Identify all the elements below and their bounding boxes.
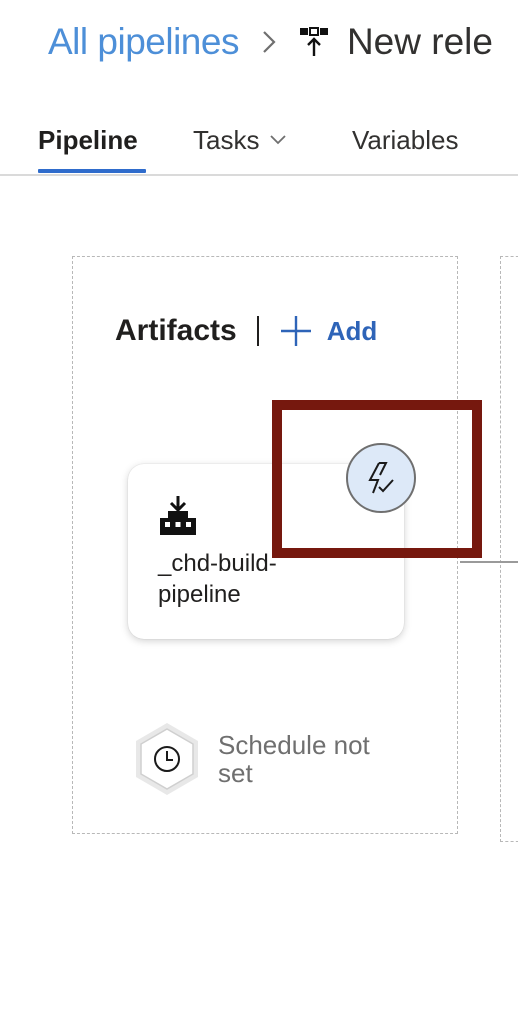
- breadcrumb: All pipelines New rele: [48, 14, 493, 70]
- all-pipelines-link[interactable]: All pipelines: [48, 21, 239, 63]
- tab-bar: Pipeline Tasks Variables: [0, 106, 518, 176]
- add-label: Add: [326, 315, 378, 346]
- schedule-status-text: Schedule not set: [218, 730, 370, 788]
- tab-tasks-label: Tasks: [193, 124, 260, 155]
- tab-variables[interactable]: Variables: [352, 120, 458, 160]
- pipeline-connector-line: [460, 561, 518, 563]
- tab-tasks[interactable]: Tasks: [193, 120, 287, 160]
- tab-variables-label: Variables: [352, 124, 459, 155]
- tab-pipeline[interactable]: Pipeline: [38, 120, 138, 160]
- release-pipeline-icon: [299, 26, 329, 58]
- build-artifact-icon: [158, 494, 198, 541]
- schedule-button[interactable]: [132, 720, 202, 803]
- add-artifact-button[interactable]: Add: [279, 314, 378, 348]
- active-tab-indicator: [38, 169, 146, 173]
- plus-icon: [279, 314, 313, 348]
- artifacts-title: Artifacts: [115, 314, 237, 347]
- header-divider: [256, 316, 259, 346]
- tab-pipeline-label: Pipeline: [38, 124, 138, 155]
- chevron-down-icon: [269, 134, 287, 146]
- highlight-box: [272, 400, 482, 558]
- artifacts-header: Artifacts Add: [115, 308, 377, 354]
- page-title: New rele: [346, 21, 493, 62]
- stages-panel: [500, 256, 518, 842]
- clock-icon: [132, 720, 202, 803]
- chevron-right-icon: [261, 28, 277, 56]
